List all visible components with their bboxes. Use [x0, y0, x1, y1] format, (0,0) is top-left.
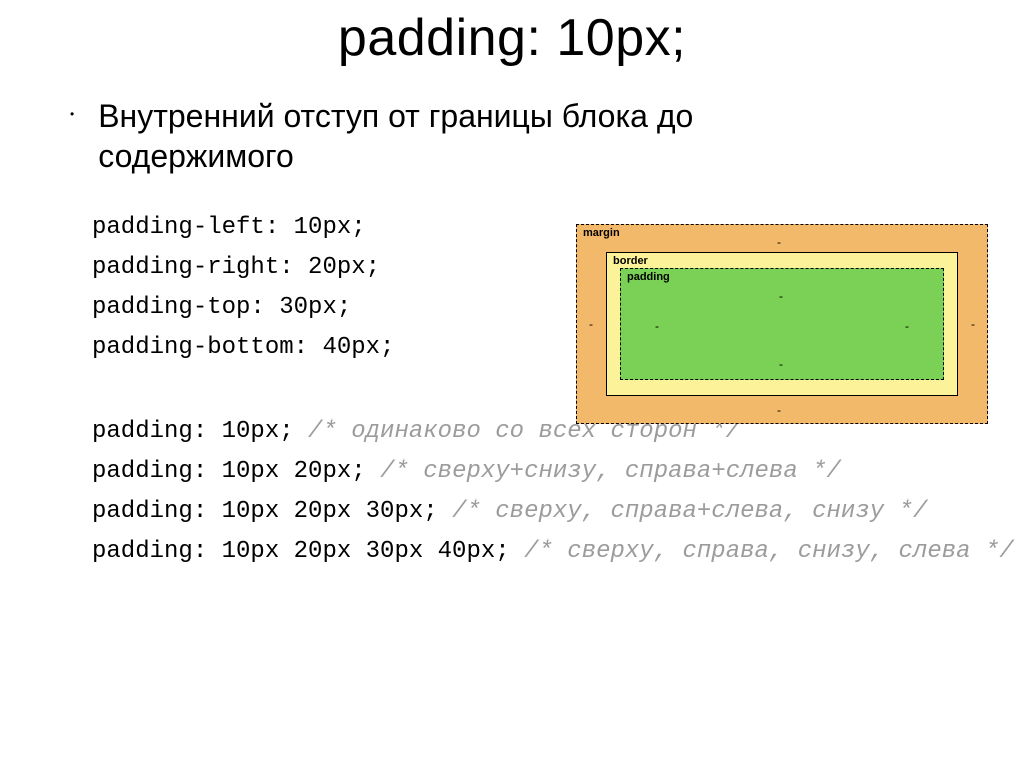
- code-text: padding: 10px;: [92, 418, 294, 445]
- dash: -: [655, 319, 659, 333]
- padding-label: padding: [627, 271, 670, 283]
- dash: -: [905, 319, 909, 333]
- code-text: padding: 10px 20px 30px 40px;: [92, 538, 510, 565]
- shorthand-block: padding: 10px; /* одинаково со всех стор…: [0, 412, 1024, 572]
- box-model-diagram: margin - - - - border padding - - - - wi…: [576, 224, 988, 424]
- border-label: border: [613, 255, 648, 267]
- code-line: padding: 10px 20px 30px 40px; /* сверху,…: [92, 532, 1024, 572]
- dash: -: [779, 357, 783, 371]
- dash: -: [779, 289, 783, 303]
- page-title: padding: 10px;: [0, 8, 1024, 68]
- code-text: padding: 10px 20px;: [92, 458, 366, 485]
- code-line: padding: 10px 20px 30px; /* сверху, спра…: [92, 492, 1024, 532]
- dash: -: [777, 403, 781, 417]
- padding-box: padding - - - -: [620, 268, 944, 380]
- description-text: Внутренний отступ от границы блока до со…: [98, 96, 718, 176]
- code-line: padding: 10px 20px; /* сверху+снизу, спр…: [92, 452, 1024, 492]
- dash: -: [971, 317, 975, 331]
- code-comment: /* сверху+снизу, справа+слева */: [380, 458, 841, 485]
- description-row: • Внутренний отступ от границы блока до …: [0, 96, 1024, 176]
- code-comment: /* сверху, справа+слева, снизу */: [452, 498, 927, 525]
- code-comment: /* сверху, справа, снизу, слева */: [524, 538, 1014, 565]
- code-text: padding: 10px 20px 30px;: [92, 498, 438, 525]
- dash: -: [589, 317, 593, 331]
- bullet-dot: •: [70, 96, 74, 132]
- margin-label: margin: [583, 227, 620, 239]
- dash: -: [777, 235, 781, 249]
